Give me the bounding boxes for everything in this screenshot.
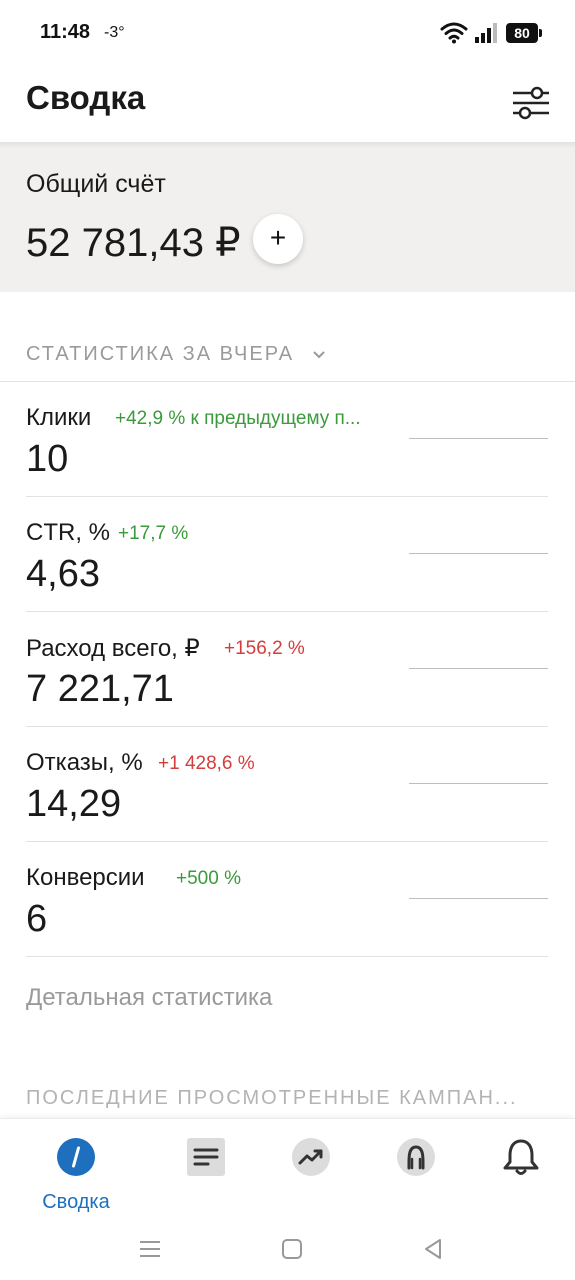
- system-nav-bar: [0, 1218, 575, 1280]
- balance-amount: 52 781,43 ₽: [26, 221, 241, 265]
- status-bar: 11:48 -3° 80: [0, 0, 575, 66]
- metric-sparkline: [409, 783, 548, 784]
- metric-row-conversions[interactable]: Конверсии +500 % 6: [26, 842, 548, 957]
- bottom-nav: Сводка: [0, 1118, 575, 1219]
- metric-sparkline: [409, 553, 548, 554]
- metric-label: Расход всего, ₽: [26, 635, 200, 662]
- metric-value: 7 221,71: [26, 668, 174, 710]
- filter-settings-icon[interactable]: [510, 82, 552, 124]
- balance-card: Общий счёт 52 781,43 ₽ +: [0, 142, 575, 292]
- metric-change: +500 %: [176, 868, 241, 889]
- metric-sparkline: [409, 668, 548, 669]
- app-header: Сводка: [0, 66, 575, 142]
- metric-row-spend[interactable]: Расход всего, ₽ +156,2 % 7 221,71: [26, 612, 548, 727]
- stats-period-dropdown[interactable]: СТАТИСТИКА ЗА ВЧЕРА: [26, 343, 326, 366]
- nav-label: Сводка: [42, 1191, 110, 1213]
- metric-change: +17,7 %: [118, 523, 189, 544]
- nav-tab-summary[interactable]: Сводка: [26, 1135, 126, 1215]
- stats-section-title: СТАТИСТИКА ЗА ВЧЕРА: [26, 343, 295, 365]
- nav-tab-statistics[interactable]: [261, 1135, 361, 1215]
- metric-row-clicks[interactable]: Клики +42,9 % к предыдущему п... 10: [26, 382, 548, 497]
- nav-tab-campaigns[interactable]: [156, 1135, 256, 1215]
- campaigns-icon: [187, 1138, 225, 1176]
- metric-sparkline: [409, 438, 548, 439]
- balance-label: Общий счёт: [26, 170, 166, 198]
- metric-change: +1 428,6 %: [158, 753, 255, 774]
- nav-tab-profile[interactable]: [366, 1135, 466, 1215]
- battery-level: 80: [514, 25, 530, 41]
- trending-icon: [292, 1138, 330, 1176]
- status-temperature: -3°: [104, 24, 125, 41]
- metric-change: +156,2 %: [224, 638, 305, 659]
- metric-row-bounces[interactable]: Отказы, % +1 428,6 % 14,29: [26, 727, 548, 842]
- metric-value: 4,63: [26, 553, 100, 595]
- metric-sparkline: [409, 898, 548, 899]
- metric-value: 14,29: [26, 783, 122, 825]
- divider: [26, 956, 548, 957]
- summary-icon: [57, 1138, 95, 1176]
- page-title: Сводка: [26, 79, 146, 116]
- metric-label: Клики: [26, 404, 92, 431]
- metric-label: Отказы, %: [26, 749, 143, 776]
- bell-icon: [503, 1139, 539, 1175]
- chevron-down-icon: [312, 351, 325, 359]
- battery-icon: 80: [506, 23, 542, 43]
- status-time: 11:48: [40, 21, 91, 43]
- metric-change: +42,9 % к предыдущему п...: [115, 408, 361, 429]
- metric-label: Конверсии: [26, 864, 145, 891]
- home-icon[interactable]: [277, 1234, 307, 1264]
- recent-campaigns-title: ПОСЛЕДНИЕ ПРОСМОТРЕННЫЕ КАМПАН...: [26, 1087, 518, 1109]
- back-icon[interactable]: [418, 1234, 448, 1264]
- metric-label: CTR, %: [26, 519, 110, 546]
- profile-icon: [397, 1138, 435, 1176]
- signal-icon: [475, 23, 497, 43]
- add-funds-button[interactable]: +: [253, 214, 303, 264]
- menu-icon[interactable]: [135, 1234, 165, 1264]
- nav-tab-notifications[interactable]: [471, 1135, 571, 1215]
- metric-value: 10: [26, 438, 69, 480]
- metric-row-ctr[interactable]: CTR, % +17,7 % 4,63: [26, 497, 548, 612]
- metric-value: 6: [26, 898, 48, 940]
- detailed-stats-link[interactable]: Детальная статистика: [26, 984, 272, 1012]
- wifi-icon: [440, 22, 468, 44]
